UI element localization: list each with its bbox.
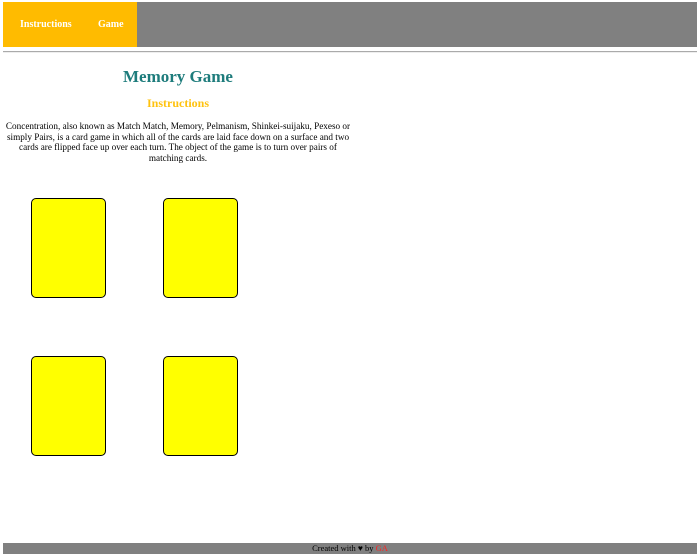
footer-prefix: Created with bbox=[312, 543, 358, 553]
divider bbox=[3, 51, 697, 53]
memory-card[interactable] bbox=[163, 356, 238, 456]
instructions-heading: Instructions bbox=[146, 96, 209, 110]
footer: Created with ♥ by GA bbox=[3, 543, 697, 554]
author-link[interactable]: GA bbox=[376, 543, 388, 553]
footer-by: by bbox=[362, 543, 376, 553]
memory-card[interactable] bbox=[31, 356, 106, 456]
nav-link-instructions[interactable]: Instructions bbox=[20, 2, 72, 47]
navbar: Instructions Game bbox=[3, 2, 697, 47]
page: Instructions Game Memory Game Instructio… bbox=[0, 0, 700, 560]
memory-card[interactable] bbox=[163, 198, 238, 298]
page-title: Memory Game bbox=[123, 67, 233, 86]
instructions-text: Concentration, also known as Match Match… bbox=[5, 121, 351, 163]
nav-link-game[interactable]: Game bbox=[98, 2, 124, 47]
memory-card[interactable] bbox=[31, 198, 106, 298]
